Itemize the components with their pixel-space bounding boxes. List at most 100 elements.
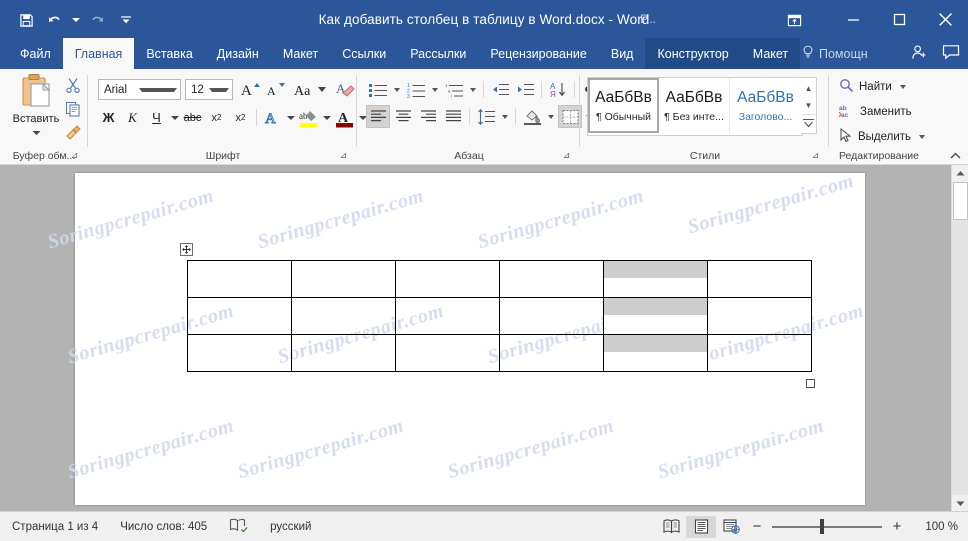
undo-dropdown-icon[interactable] — [70, 9, 82, 31]
table-row[interactable] — [187, 297, 812, 335]
clipboard-dialog-launcher-icon[interactable]: ⊿ — [69, 150, 80, 161]
style-item-heading1[interactable]: АаБбВв Заголово... — [730, 78, 801, 133]
ribbon-display-options-icon[interactable] — [783, 9, 805, 31]
font-dialog-launcher-icon[interactable]: ⊿ — [338, 150, 349, 161]
word-count-status[interactable]: Число слов: 405 — [120, 521, 207, 533]
line-spacing-dropdown-icon[interactable] — [502, 114, 508, 119]
document-canvas[interactable]: Soringpcrepair.com Soringpcrepair.com So… — [0, 165, 968, 512]
paste-dropdown-icon[interactable] — [10, 125, 62, 139]
tell-me-box[interactable]: Помощн — [802, 38, 868, 69]
font-family-dropdown-icon[interactable] — [139, 87, 177, 92]
shrink-font-icon[interactable]: A — [264, 79, 286, 100]
shading-icon[interactable] — [520, 105, 544, 128]
zoom-out-button[interactable]: − — [746, 516, 768, 538]
bold-icon[interactable]: Ж — [97, 106, 120, 129]
table-cell-selected[interactable] — [603, 260, 708, 298]
table-cell[interactable] — [707, 260, 812, 298]
text-effects-icon[interactable]: A — [261, 106, 284, 129]
table-cell[interactable] — [187, 260, 292, 298]
table-cell[interactable] — [291, 260, 396, 298]
multilevel-list-dropdown-icon[interactable] — [470, 87, 476, 92]
line-spacing-icon[interactable] — [474, 105, 498, 128]
language-status[interactable]: русский — [270, 521, 311, 533]
numbering-dropdown-icon[interactable] — [432, 87, 438, 92]
table-cell[interactable] — [395, 297, 500, 335]
document-page[interactable]: Soringpcrepair.com Soringpcrepair.com So… — [45, 170, 866, 505]
document-table[interactable] — [187, 260, 812, 372]
highlight-color-dropdown-icon[interactable] — [321, 106, 332, 129]
text-effects-dropdown-icon[interactable] — [285, 106, 296, 129]
style-item-normal[interactable]: АаБбВв ¶ Обычный — [588, 78, 659, 133]
font-color-icon[interactable]: A — [333, 106, 356, 129]
comments-icon[interactable] — [942, 44, 960, 63]
scroll-down-icon[interactable] — [952, 495, 968, 512]
minimize-icon[interactable] — [830, 0, 876, 38]
zoom-in-button[interactable]: + — [886, 516, 908, 538]
tab-review[interactable]: Рецензирование — [478, 38, 599, 69]
style-item-no-spacing[interactable]: АаБбВв ¶ Без инте... — [659, 78, 730, 133]
close-icon[interactable] — [922, 0, 968, 38]
bullets-dropdown-icon[interactable] — [394, 87, 400, 92]
tab-view[interactable]: Вид — [599, 38, 646, 69]
justify-icon[interactable] — [441, 105, 465, 128]
clear-formatting-icon[interactable]: A — [333, 78, 357, 101]
numbering-icon[interactable]: 123 — [404, 78, 428, 101]
align-right-icon[interactable] — [416, 105, 440, 128]
bullets-icon[interactable] — [366, 78, 390, 101]
table-cell[interactable] — [499, 334, 604, 372]
font-size-combobox[interactable]: 12 — [185, 79, 233, 100]
strikethrough-icon[interactable]: abc — [181, 106, 204, 129]
table-cell[interactable] — [395, 334, 500, 372]
scrollbar-thumb[interactable] — [953, 182, 968, 220]
cut-icon[interactable] — [62, 74, 84, 95]
tab-mailings[interactable]: Рассылки — [398, 38, 478, 69]
table-cell[interactable] — [291, 297, 396, 335]
tab-file[interactable]: Файл — [8, 38, 63, 69]
table-row[interactable] — [187, 260, 812, 298]
read-mode-icon[interactable] — [656, 516, 686, 538]
collapse-ribbon-icon[interactable] — [948, 149, 962, 162]
table-cell[interactable] — [291, 334, 396, 372]
underline-icon[interactable]: Ч — [145, 106, 168, 129]
table-cell[interactable] — [395, 260, 500, 298]
shading-dropdown-icon[interactable] — [548, 114, 554, 119]
table-cell-selected[interactable] — [603, 334, 708, 372]
styles-more-icon[interactable] — [801, 114, 816, 131]
tab-layout[interactable]: Макет — [271, 38, 330, 69]
table-cell[interactable] — [187, 334, 292, 372]
copy-icon[interactable] — [62, 98, 84, 119]
maximize-icon[interactable] — [876, 0, 922, 38]
tab-table-layout[interactable]: Макет — [740, 38, 801, 69]
change-case-icon[interactable]: Aa — [293, 79, 331, 100]
replace-button[interactable]: ab ac Заменить — [838, 101, 912, 122]
table-cell-selected[interactable] — [603, 297, 708, 335]
scroll-up-icon[interactable] — [952, 165, 968, 182]
scrollbar-track[interactable] — [952, 220, 968, 495]
zoom-percent-label[interactable]: 100 % — [918, 521, 958, 533]
sort-icon[interactable]: AЯ — [546, 78, 570, 101]
subscript-icon[interactable]: x2 — [205, 106, 228, 129]
format-painter-icon[interactable] — [62, 122, 84, 143]
underline-dropdown-icon[interactable] — [169, 106, 180, 129]
table-cell[interactable] — [187, 297, 292, 335]
table-move-handle-icon[interactable] — [180, 243, 193, 256]
table-cell[interactable] — [707, 297, 812, 335]
table-resize-handle-icon[interactable] — [806, 379, 815, 388]
font-family-combobox[interactable]: Arial — [98, 79, 181, 100]
italic-icon[interactable]: К — [121, 106, 144, 129]
tab-insert[interactable]: Вставка — [134, 38, 204, 69]
save-icon[interactable] — [14, 9, 39, 31]
vertical-scrollbar[interactable] — [951, 165, 968, 512]
decrease-indent-icon[interactable] — [488, 78, 512, 101]
find-dropdown-icon[interactable] — [899, 84, 906, 89]
tab-home[interactable]: Главная — [62, 38, 135, 69]
undo-icon[interactable] — [42, 9, 67, 31]
account-area[interactable]: Р... — [640, 10, 770, 27]
find-button[interactable]: Найти — [839, 76, 906, 97]
table-cell[interactable] — [499, 297, 604, 335]
styles-scroll-up-icon[interactable]: ▲ — [802, 80, 816, 96]
share-person-icon[interactable] — [911, 44, 928, 64]
select-dropdown-icon[interactable] — [919, 134, 926, 139]
zoom-slider[interactable] — [768, 516, 886, 538]
page-number-status[interactable]: Страница 1 из 4 — [12, 521, 98, 533]
